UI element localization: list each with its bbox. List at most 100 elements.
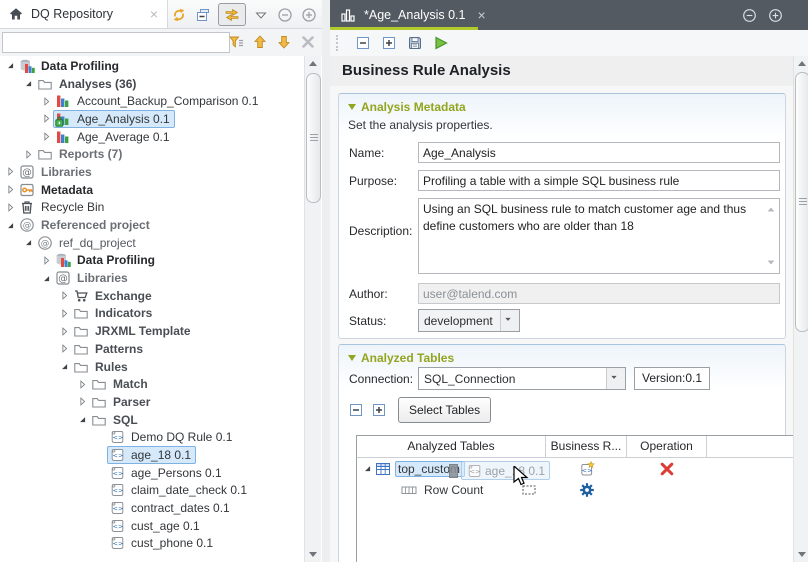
tree-item-match[interactable]: Match [0,375,303,393]
chevron-down-icon[interactable] [606,368,625,389]
status-select[interactable]: development [418,309,520,332]
refresh-icon[interactable] [170,6,188,24]
textarea-scroll[interactable] [763,202,779,270]
tree-item-ref-dq-project[interactable]: @ref_dq_project [0,234,303,252]
collapsed-arrow-icon[interactable] [39,254,53,267]
tree-item-cust-age-0-1[interactable]: <>cust_age 0.1 [0,517,303,535]
editor-scrollbar[interactable] [793,56,808,562]
expanded-arrow-icon[interactable] [3,59,17,72]
up-arrow-icon[interactable] [252,34,268,50]
collapsed-arrow-icon[interactable] [3,183,17,196]
scrollbar-thumb[interactable] [795,72,808,332]
clear-icon[interactable] [300,34,316,50]
collapsed-arrow-icon[interactable] [3,165,17,178]
collapsed-arrow-icon[interactable] [57,307,71,320]
tree-item-recycle-bin[interactable]: Recycle Bin [0,199,303,217]
tree-item-data-profiling[interactable]: Data Profiling [0,252,303,270]
expanded-arrow-icon[interactable] [21,77,35,90]
section-header-metadata[interactable]: Analysis Metadata [348,100,466,114]
expanded-arrow-icon[interactable] [360,462,374,475]
scroll-down-icon[interactable] [794,547,808,562]
scroll-up-icon[interactable] [305,56,321,71]
filter-icon[interactable] [228,34,244,50]
collapsed-arrow-icon[interactable] [57,342,71,355]
column-header-business-r[interactable]: Business R... [546,436,627,457]
maximize-white-icon[interactable] [766,6,784,24]
collapsed-arrow-icon[interactable] [75,378,89,391]
expanded-arrow-icon[interactable] [3,219,17,232]
save-icon[interactable] [406,34,424,52]
view-menu-icon[interactable] [252,6,270,24]
expanded-arrow-icon[interactable] [75,413,89,426]
toolbar-handle[interactable] [336,35,340,51]
select-tables-button[interactable]: Select Tables [398,397,491,423]
tree-item-patterns[interactable]: Patterns [0,340,303,358]
collapsed-arrow-icon[interactable] [39,112,53,125]
tree-item-data-profiling[interactable]: Data Profiling [0,57,303,75]
rule-add-icon[interactable]: <> [579,461,595,477]
tree-item-contract-dates-0-1[interactable]: <>contract_dates 0.1 [0,499,303,517]
tree-item-referenced-project[interactable]: @Referenced project [0,216,303,234]
tree-item-reports-7[interactable]: Reports (7) [0,145,303,163]
tree-item-sql[interactable]: SQL [0,411,303,429]
collapsed-arrow-icon[interactable] [21,148,35,161]
filter-input[interactable] [2,32,230,53]
tree-item-age-18-0-1[interactable]: <>age_18 0.1 [0,446,303,464]
panel-sash[interactable] [322,0,330,562]
collapsed-arrow-icon[interactable] [57,325,71,338]
scrollbar-thumb[interactable] [306,73,321,203]
column-header-blank[interactable] [707,436,792,457]
minimize-white-icon[interactable] [740,6,758,24]
tree-item-age-persons-0-1[interactable]: <>age_Persons 0.1 [0,464,303,482]
collapsed-arrow-icon[interactable] [39,95,53,108]
tree-item-age-average-0-1[interactable]: Age_Average 0.1 [0,128,303,146]
collapsed-arrow-icon[interactable] [39,130,53,143]
close-icon[interactable]: × [150,7,158,21]
column-header-operation[interactable]: Operation [627,436,707,457]
gear-icon[interactable] [579,482,595,498]
minimize-icon[interactable] [276,6,294,24]
expand-sections-icon[interactable] [380,34,398,52]
tree-item-rules[interactable]: Rules [0,358,303,376]
tree-item-parser[interactable]: Parser [0,393,303,411]
tab-dq-repository[interactable]: DQ Repository × [0,0,168,28]
tree-item-indicators[interactable]: Indicators [0,305,303,323]
tree-item-metadata[interactable]: Metadata [0,181,303,199]
collapsed-arrow-icon[interactable] [75,395,89,408]
tree-item-libraries[interactable]: @Libraries [0,269,303,287]
scroll-down-icon[interactable] [305,547,321,562]
collapsed-arrow-icon[interactable] [3,201,17,214]
tree-item-account-backup-comparison-0-1[interactable]: Account_Backup_Comparison 0.1 [0,92,303,110]
down-arrow-icon[interactable] [276,34,292,50]
table-row-row-count[interactable]: Row Count [357,479,793,500]
tree-item-age-analysis-0-1[interactable]: Age_Analysis 0.1 [0,110,303,128]
link-editor-icon[interactable] [218,3,246,26]
expanded-arrow-icon[interactable] [39,272,53,285]
tree-item-demo-dq-rule-0-1[interactable]: <>Demo DQ Rule 0.1 [0,428,303,446]
collapse-all-rows-icon[interactable] [347,401,364,418]
tree-item-claim-date-check-0-1[interactable]: <>claim_date_check 0.1 [0,482,303,500]
close-icon[interactable]: × [477,7,485,23]
tree-item-jrxml-template[interactable]: JRXML Template [0,322,303,340]
collapse-all-icon[interactable] [194,6,212,24]
collapsed-arrow-icon[interactable] [57,289,71,302]
tree-item-libraries[interactable]: @Libraries [0,163,303,181]
purpose-input[interactable] [418,170,780,191]
expanded-arrow-icon[interactable] [21,236,35,249]
tab-age-analysis[interactable]: *Age_Analysis 0.1 × [330,0,498,30]
tree-item-exchange[interactable]: Exchange [0,287,303,305]
expand-all-rows-icon[interactable] [370,401,387,418]
tree-scrollbar[interactable] [304,56,321,562]
name-input[interactable] [418,142,780,163]
tree-item-analyses-36[interactable]: Analyses (36) [0,75,303,93]
column-header-analyzed-tables[interactable]: Analyzed Tables [357,436,546,457]
connection-select[interactable]: SQL_Connection [418,367,626,390]
section-header-tables[interactable]: Analyzed Tables [348,351,454,365]
maximize-icon[interactable] [300,6,318,24]
description-input[interactable]: Using an SQL business rule to match cust… [418,198,780,274]
delete-icon[interactable] [659,461,675,477]
table-row-top-custom[interactable]: top_custom<> [357,458,793,479]
run-icon[interactable] [432,34,450,52]
chevron-down-icon[interactable] [500,310,519,331]
tree-item-cust-phone-0-1[interactable]: <>cust_phone 0.1 [0,535,303,553]
